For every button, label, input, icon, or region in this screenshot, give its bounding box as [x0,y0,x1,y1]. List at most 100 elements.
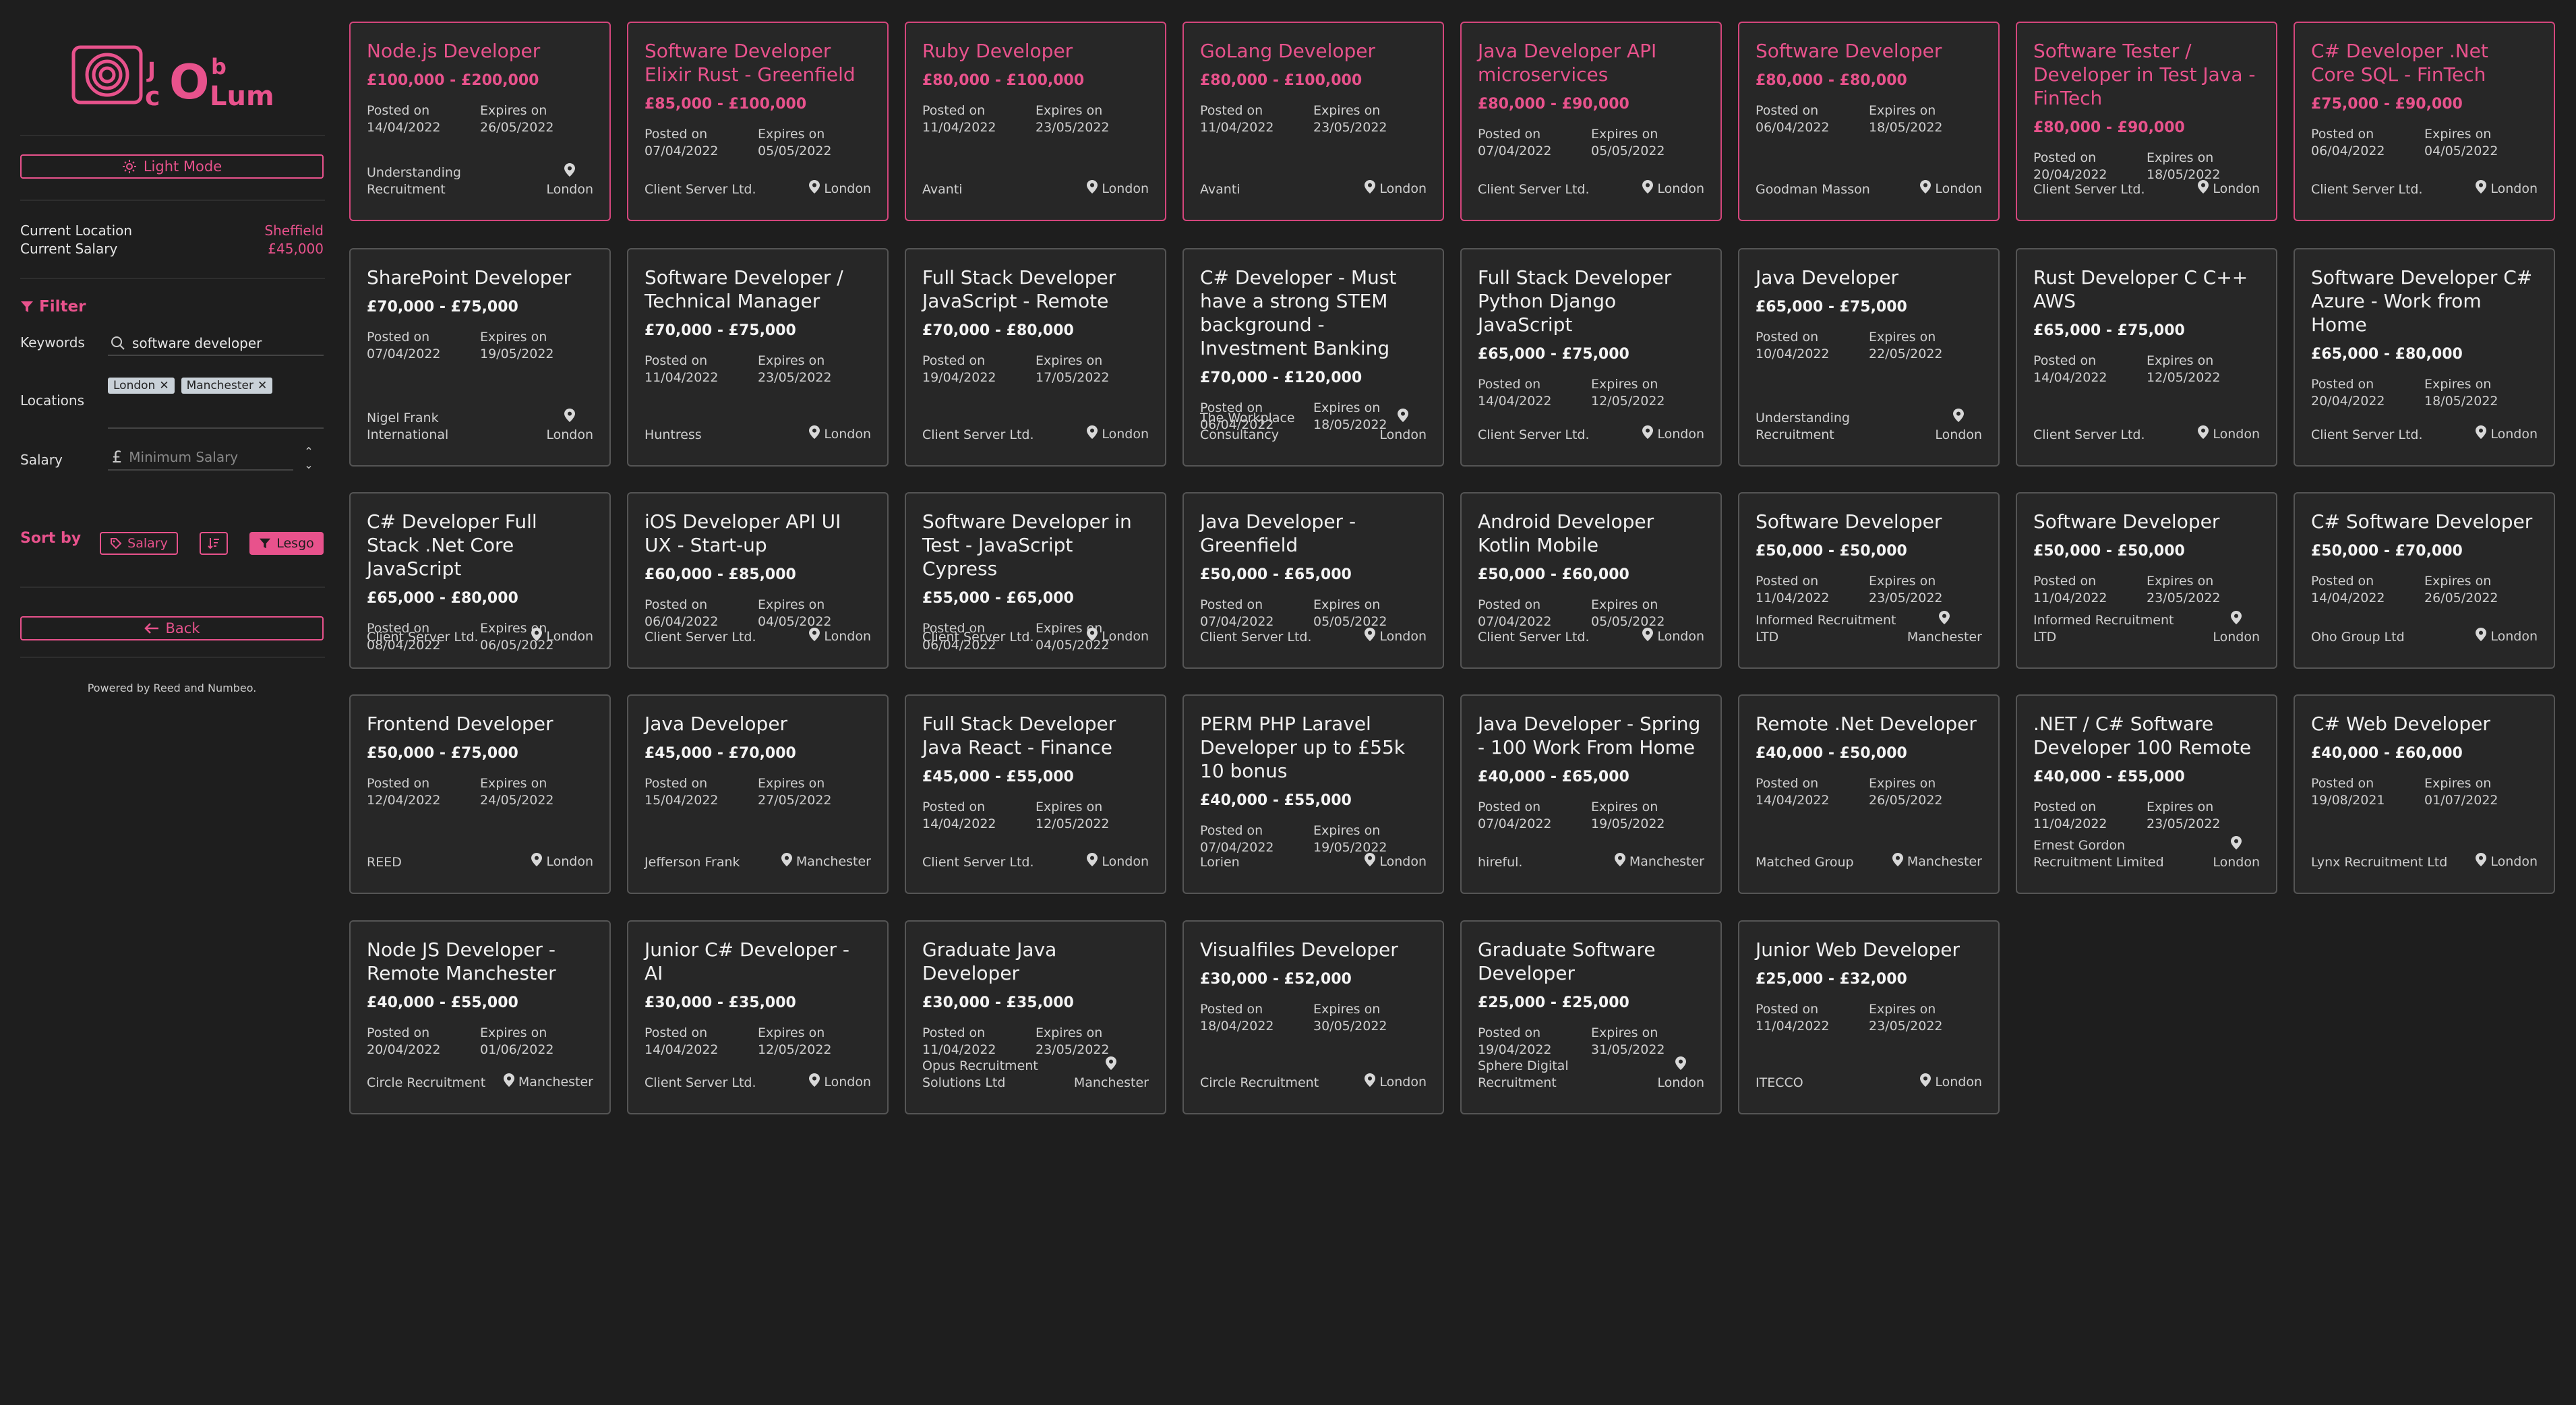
map-pin-icon [1365,628,1376,646]
job-card[interactable]: Full Stack Developer Java React - Financ… [905,694,1166,894]
job-title[interactable]: Software Developer / Technical Manager [645,266,871,313]
job-title[interactable]: Java Developer - Greenfield [1200,510,1427,557]
job-card[interactable]: Junior Web Developer £25,000 - £32,000 Pos… [1738,920,2000,1114]
job-footer: Client Server Ltd. London [367,628,593,646]
job-card[interactable]: Visualfiles Developer £30,000 - £52,000 Po… [1182,920,1444,1114]
job-location-label: London [824,1075,871,1089]
job-title[interactable]: Full Stack Developer Python Django JavaS… [1478,266,1704,336]
posted-block: Posted on 07/04/2022 [1200,823,1313,856]
salary-stepper[interactable]: ⌃ ⌄ [301,445,317,475]
keywords-input[interactable]: software developer [108,332,324,356]
job-title[interactable]: C# Developer .Net Core SQL - FinTech [2311,39,2538,86]
job-title[interactable]: Java Developer API microservices [1478,39,1704,86]
job-title[interactable]: Ruby Developer [922,39,1149,63]
job-title[interactable]: C# Web Developer [2311,712,2538,736]
job-title[interactable]: Software Tester / Developer in Test Java… [2033,39,2260,110]
job-card[interactable]: Software Tester / Developer in Test Java… [2016,22,2277,221]
job-card[interactable]: Graduate Java Developer £30,000 - £35,000… [905,920,1166,1114]
expires-label: Expires on [1313,1002,1381,1017]
job-card[interactable]: PERM PHP Laravel Developer up to £55k 10… [1182,694,1444,894]
locations-input[interactable]: London ✕ Manchester ✕ [108,375,324,429]
job-title[interactable]: Software Developer Elixir Rust - Greenfi… [645,39,871,86]
job-title[interactable]: iOS Developer API UI UX - Start-up [645,510,871,557]
job-card[interactable]: Graduate Software Developer £25,000 - £25… [1460,920,1722,1114]
job-card[interactable]: Ruby Developer £80,000 - £100,000 Posted o… [905,22,1166,221]
job-title[interactable]: Junior C# Developer - AI [645,938,871,985]
job-title[interactable]: .NET / C# Software Developer 100 Remote [2033,712,2260,759]
job-card[interactable]: Node.js Developer £100,000 - £200,000 Post… [349,22,611,221]
job-title[interactable]: Software Developer [1756,510,1982,533]
job-card[interactable]: C# Developer - Must have a strong STEM b… [1182,248,1444,467]
job-title[interactable]: Software Developer C# Azure - Work from … [2311,266,2538,336]
job-card[interactable]: Software Developer in Test - JavaScript … [905,492,1166,669]
job-card[interactable]: Java Developer £45,000 - £70,000 Posted on… [627,694,889,894]
job-title[interactable]: PERM PHP Laravel Developer up to £55k 10… [1200,712,1427,783]
job-card[interactable]: Java Developer - Spring - 100 Work From … [1460,694,1722,894]
job-title[interactable]: GoLang Developer [1200,39,1427,63]
job-title[interactable]: Android Developer Kotlin Mobile [1478,510,1704,557]
job-card[interactable]: Full Stack Developer JavaScript - Remote… [905,248,1166,467]
job-card[interactable]: Software Developer / Technical Manager £7… [627,248,889,467]
job-card[interactable]: Java Developer - Greenfield £50,000 - £65… [1182,492,1444,669]
job-location: Manchester [781,853,871,871]
job-title[interactable]: Graduate Software Developer [1478,938,1704,985]
job-title[interactable]: Software Developer [1756,39,1982,63]
job-title[interactable]: Graduate Java Developer [922,938,1149,985]
back-button[interactable]: Back [20,616,324,640]
job-card[interactable]: C# Developer .Net Core SQL - FinTech £75,… [2294,22,2555,221]
job-card[interactable]: Full Stack Developer Python Django JavaS… [1460,248,1722,467]
chevron-up-icon[interactable]: ⌃ [301,445,317,458]
remove-chip-icon[interactable]: ✕ [159,379,169,392]
job-title[interactable]: Java Developer [1756,266,1982,289]
job-footer: ITECCO London [1756,1073,1982,1092]
job-card[interactable]: C# Web Developer £40,000 - £60,000 Posted … [2294,694,2555,894]
job-title[interactable]: Node.js Developer [367,39,593,63]
light-mode-button[interactable]: Light Mode [20,154,324,179]
minimum-salary-input[interactable]: £ Minimum Salary [108,445,293,471]
job-card[interactable]: Junior C# Developer - AI £30,000 - £35,00… [627,920,889,1114]
sort-order-button[interactable] [200,532,228,555]
job-card[interactable]: Software Developer £50,000 - £50,000 Poste… [2016,492,2277,669]
job-card[interactable]: Rust Developer C C++ AWS £65,000 - £75,00… [2016,248,2277,467]
job-card[interactable]: Software Developer C# Azure - Work from … [2294,248,2555,467]
job-title[interactable]: Frontend Developer [367,712,593,736]
job-title[interactable]: Software Developer [2033,510,2260,533]
job-card[interactable]: Java Developer API microservices £80,000 … [1460,22,1722,221]
job-card[interactable]: C# Developer Full Stack .Net Core JavaSc… [349,492,611,669]
job-card[interactable]: .NET / C# Software Developer 100 Remote £… [2016,694,2277,894]
job-title[interactable]: Remote .Net Developer [1756,712,1982,736]
remove-chip-icon[interactable]: ✕ [258,379,267,392]
lesgo-button[interactable]: Lesgo [249,532,324,555]
job-card[interactable]: Remote .Net Developer £40,000 - £50,000 Po… [1738,694,2000,894]
job-title[interactable]: Full Stack Developer JavaScript - Remote [922,266,1149,313]
job-title[interactable]: Visualfiles Developer [1200,938,1427,961]
job-title[interactable]: SharePoint Developer [367,266,593,289]
job-card[interactable]: Android Developer Kotlin Mobile £50,000 -… [1460,492,1722,669]
job-card[interactable]: iOS Developer API UI UX - Start-up £60,00… [627,492,889,669]
job-title[interactable]: Java Developer [645,712,871,736]
job-card[interactable]: GoLang Developer £80,000 - £100,000 Posted… [1182,22,1444,221]
job-title[interactable]: Java Developer - Spring - 100 Work From … [1478,712,1704,759]
job-title[interactable]: Full Stack Developer Java React - Financ… [922,712,1149,759]
chevron-down-icon[interactable]: ⌄ [301,458,317,472]
svg-text:J: J [146,57,156,83]
job-title[interactable]: Node JS Developer - Remote Manchester [367,938,593,985]
job-title[interactable]: Software Developer in Test - JavaScript … [922,510,1149,580]
job-card[interactable]: Java Developer £65,000 - £75,000 Posted on… [1738,248,2000,467]
job-card[interactable]: Software Developer £80,000 - £80,000 Poste… [1738,22,2000,221]
job-title[interactable]: C# Developer - Must have a strong STEM b… [1200,266,1427,360]
job-title[interactable]: C# Developer Full Stack .Net Core JavaSc… [367,510,593,580]
job-card[interactable]: Software Developer £50,000 - £50,000 Poste… [1738,492,2000,669]
job-footer: Matched Group Manchester [1756,853,1982,871]
job-title[interactable]: Rust Developer C C++ AWS [2033,266,2260,313]
job-title[interactable]: Junior Web Developer [1756,938,1982,961]
app-logo[interactable]: J c O b Lumn [71,40,293,121]
job-title[interactable]: C# Software Developer [2311,510,2538,533]
job-card[interactable]: Frontend Developer £50,000 - £75,000 Poste… [349,694,611,894]
job-card[interactable]: Software Developer Elixir Rust - Greenfi… [627,22,889,221]
job-card[interactable]: C# Software Developer £50,000 - £70,000 Po… [2294,492,2555,669]
job-card[interactable]: Node JS Developer - Remote Manchester £40… [349,920,611,1114]
sort-salary-button[interactable]: Salary [100,532,178,555]
job-card[interactable]: SharePoint Developer £70,000 - £75,000 Pos… [349,248,611,467]
posted-label: Posted on [1756,1002,1819,1017]
